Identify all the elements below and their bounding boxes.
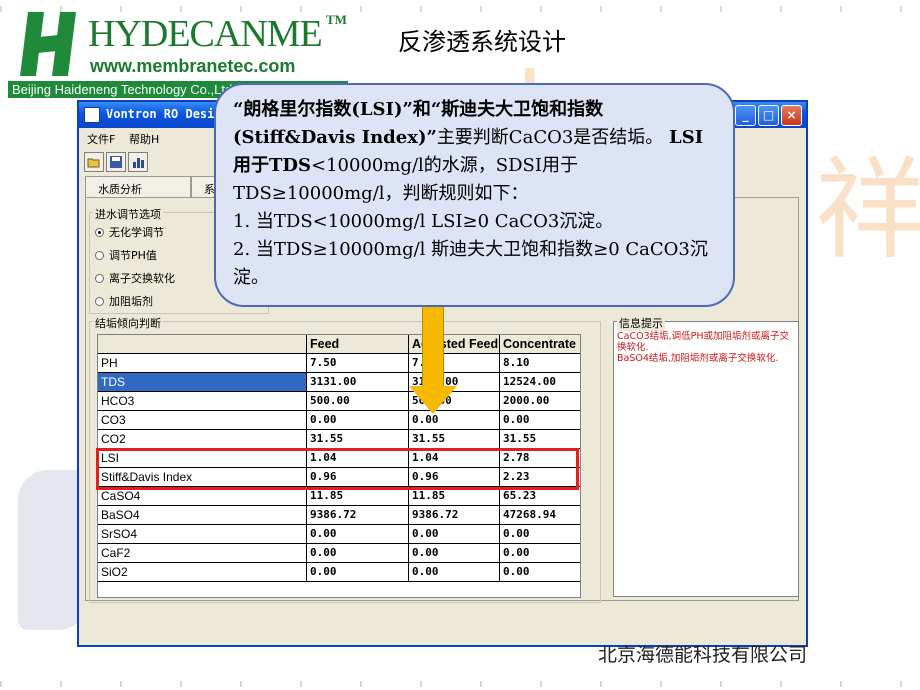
menu-help[interactable]: 帮助H <box>129 131 159 147</box>
info-label: 信息提示 <box>617 315 665 331</box>
table-cell[interactable]: 31.55 <box>500 430 580 449</box>
table-cell[interactable]: 3131.00 <box>307 373 409 392</box>
radio-label: 加阻垢剂 <box>109 295 153 308</box>
radio-icon <box>95 274 104 283</box>
close-button[interactable]: × <box>781 105 802 126</box>
lsi-highlight-box <box>96 448 579 490</box>
chart-icon <box>133 158 144 168</box>
table-row-label[interactable]: CO3 <box>98 411 307 430</box>
logo-trademark: TM <box>326 12 347 27</box>
info-line: CaCO3结垢,调低PH或加阻垢剂或离子交换软化. <box>617 331 790 353</box>
logo-brand: HYDECANME <box>88 13 323 55</box>
footer-company: 北京海德能科技有限公司 <box>598 644 808 666</box>
info-text: CaCO3结垢,调低PH或加阻垢剂或离子交换软化. BaSO4结垢,加阻垢剂或离… <box>617 331 797 364</box>
table-cell[interactable]: 0.00 <box>409 544 500 563</box>
table-cell[interactable]: 47268.94 <box>500 506 580 525</box>
table-row[interactable]: TDS3131.003131.0012524.00 <box>98 373 580 392</box>
callout-rule2: 2. 当TDS≥10000mg/l 斯迪夫大卫饱和指数≥0 CaCO3沉淀。 <box>233 239 708 288</box>
table-row-label[interactable]: CO2 <box>98 430 307 449</box>
table-row[interactable]: CO2 31.55 31.55 31.55 <box>98 430 580 449</box>
table-cell[interactable]: 2000.00 <box>500 392 580 411</box>
table-row-label[interactable]: SrSO4 <box>98 525 307 544</box>
table-row[interactable]: CaF2 0.00 0.00 0.00 <box>98 544 580 563</box>
table-header-row: Feed Adjusted Feed Concentrate <box>98 335 580 354</box>
app-icon <box>84 107 100 123</box>
table-cell[interactable]: 8.10 <box>500 354 580 373</box>
table-cell[interactable]: 500.00 <box>307 392 409 411</box>
info-line: BaSO4结垢,加阻垢剂或离子交换软化. <box>617 353 779 364</box>
table-cell[interactable]: 0.00 <box>307 525 409 544</box>
slide-title: 反渗透系统设计 <box>398 28 566 56</box>
maximize-button[interactable]: □ <box>758 105 779 126</box>
table-row-label[interactable]: BaSO4 <box>98 506 307 525</box>
table-row[interactable]: SrSO4 0.00 0.00 0.00 <box>98 525 580 544</box>
radio-no-chemical[interactable]: 无化学调节 <box>95 224 164 240</box>
table-header-cell <box>98 335 307 354</box>
table-cell[interactable]: 0.00 <box>500 563 580 582</box>
menu-file[interactable]: 文件F <box>87 131 115 147</box>
table-row-label[interactable]: HCO3 <box>98 392 307 411</box>
decorative-ghost-glyph: 祥 <box>815 146 920 274</box>
logo-url: www.membranetec.com <box>90 56 296 76</box>
down-arrow-icon <box>409 386 457 414</box>
table-cell[interactable]: 0.00 <box>409 525 500 544</box>
table-row-label[interactable]: PH <box>98 354 307 373</box>
save-button[interactable] <box>106 152 126 172</box>
radio-adjust-ph[interactable]: 调节PH值 <box>95 247 157 263</box>
table-row[interactable]: CO3 0.00 0.00 0.00 <box>98 411 580 430</box>
logo-h-icon <box>20 12 76 76</box>
table-cell[interactable]: 0.00 <box>500 544 580 563</box>
save-icon <box>110 156 122 168</box>
radio-icon <box>95 251 104 260</box>
radio-ion-exchange[interactable]: 离子交换软化 <box>95 270 175 286</box>
table-cell[interactable]: 9386.72 <box>307 506 409 525</box>
table-cell[interactable]: 7.50 <box>307 354 409 373</box>
callout-rule1: 1. 当TDS<10000mg/l LSI≥0 CaCO3沉淀。 <box>233 211 614 232</box>
tab-water-analysis[interactable]: 水质分析 <box>85 176 191 198</box>
table-cell[interactable]: 9386.72 <box>409 506 500 525</box>
chart-button[interactable] <box>128 152 148 172</box>
table-header-cell: Feed <box>307 335 409 354</box>
window-title: Vontron RO Design <box>106 107 229 121</box>
callout-text: “朗格里尔指数(LSI)”和“斯迪夫大卫饱和指数(Stiff&Davis Ind… <box>233 96 713 292</box>
table-row[interactable]: SiO2 0.00 0.00 0.00 <box>98 563 580 582</box>
table-cell[interactable]: 0.00 <box>500 525 580 544</box>
table-row-label[interactable]: TDS <box>98 373 307 392</box>
radio-icon <box>95 297 104 306</box>
table-cell[interactable]: 0.00 <box>307 411 409 430</box>
callout-line1-rest: 主要判断CaCO3是否结垢。 <box>436 127 664 148</box>
table-row-label[interactable]: SiO2 <box>98 563 307 582</box>
radio-antiscalant[interactable]: 加阻垢剂 <box>95 293 153 309</box>
table-cell[interactable]: 0.00 <box>307 563 409 582</box>
table-cell[interactable]: 31.55 <box>409 430 500 449</box>
scaling-label: 结垢倾向判断 <box>93 315 163 331</box>
minimize-button[interactable]: _ <box>735 105 756 126</box>
radio-label: 离子交换软化 <box>109 272 175 285</box>
table-row[interactable]: HCO3 500.00 500.00 2000.00 <box>98 392 580 411</box>
table-row[interactable]: BaSO4 9386.72 9386.72 47268.94 <box>98 506 580 525</box>
table-row[interactable]: PH7.507.508.10 <box>98 354 580 373</box>
open-folder-icon <box>87 158 100 168</box>
inlet-options-label: 进水调节选项 <box>93 206 163 222</box>
open-folder-button[interactable] <box>84 152 104 172</box>
table-header-cell: Concentrate <box>500 335 580 354</box>
table-row-label[interactable]: CaF2 <box>98 544 307 563</box>
table-cell[interactable]: 0.00 <box>307 544 409 563</box>
table-cell[interactable]: 0.00 <box>500 411 580 430</box>
radio-label: 调节PH值 <box>109 249 157 262</box>
table-cell[interactable]: 12524.00 <box>500 373 580 392</box>
table-cell[interactable]: 0.00 <box>409 563 500 582</box>
dash-decoration-bottom <box>0 681 920 687</box>
down-arrow-shaft <box>422 307 444 387</box>
radio-label: 无化学调节 <box>109 226 164 239</box>
table-cell[interactable]: 31.55 <box>307 430 409 449</box>
radio-checked-icon <box>95 228 104 237</box>
